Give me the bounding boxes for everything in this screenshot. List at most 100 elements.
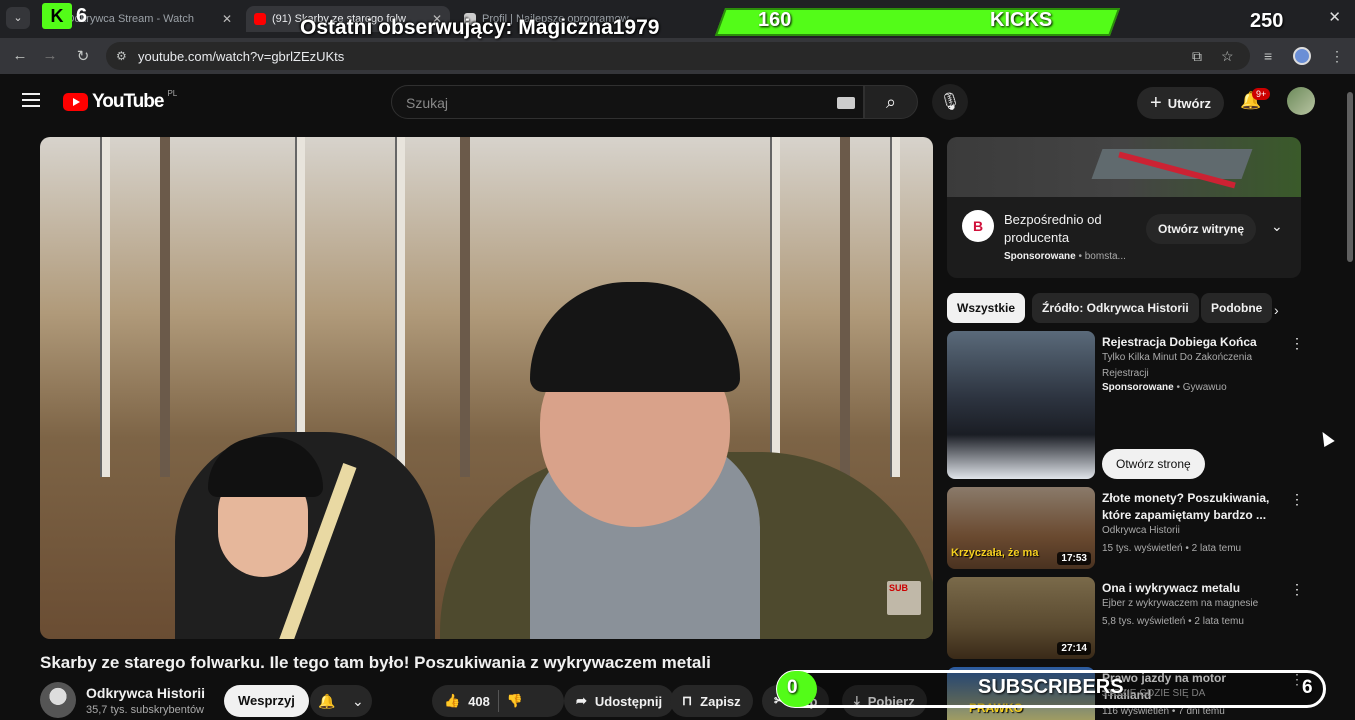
- youtube-logo[interactable]: YouTube PL: [63, 88, 178, 113]
- chip-source[interactable]: Źródło: Odkrywca Historii: [1032, 293, 1199, 323]
- rec-stats: 15 tys. wyświetleń • 2 lata temu: [1102, 543, 1242, 554]
- chevron-down-icon: ⌄: [352, 692, 364, 709]
- duration-badge: 27:14: [1057, 642, 1091, 655]
- divider: [497, 690, 499, 712]
- kicks-current: 160: [758, 9, 792, 31]
- kicks-goal: 250: [1250, 10, 1284, 32]
- back-icon[interactable]: ←: [11, 47, 29, 64]
- save-label: Zapisz: [700, 693, 741, 709]
- kick-logo-icon: K: [42, 3, 72, 29]
- list-item[interactable]: 27:14 Ona i wykrywacz metalu Ejber z wyk…: [947, 577, 1304, 661]
- search-icon: ⌕: [885, 92, 897, 112]
- join-button[interactable]: Wesprzyj: [224, 685, 309, 717]
- ad-banner-image[interactable]: [947, 137, 1301, 197]
- tree-trunk: [890, 137, 900, 477]
- country-code: PL: [167, 88, 178, 98]
- mouse-cursor: [1317, 428, 1335, 448]
- video-thumbnail[interactable]: 27:14: [947, 577, 1095, 659]
- like-icon[interactable]: 👍: [444, 693, 460, 709]
- account-avatar[interactable]: [1287, 87, 1315, 115]
- chevron-down-icon[interactable]: ⌄: [1271, 218, 1283, 235]
- channel-name[interactable]: Odkrywca Historii: [86, 685, 205, 701]
- bookmark-icon: ⊓: [682, 693, 693, 708]
- video-title: Skarby ze starego folwarku. Ile tego tam…: [40, 653, 711, 672]
- window-close-icon[interactable]: ✕: [1328, 8, 1341, 26]
- menu-icon[interactable]: ⋮: [1330, 48, 1344, 65]
- tree-trunk: [840, 137, 850, 477]
- bookmark-star-icon[interactable]: ☆: [1221, 48, 1234, 65]
- chevron-right-icon[interactable]: ›: [1274, 302, 1279, 318]
- ad-title[interactable]: Bezpośrednio od producenta: [1004, 211, 1134, 247]
- open-site-button[interactable]: Otwórz witrynę: [1146, 214, 1257, 244]
- subscribe-watermark[interactable]: SUB: [887, 581, 921, 615]
- ad-card[interactable]: B Bezpośrednio od producenta Sponsorowan…: [947, 137, 1301, 278]
- logo-text: YouTube: [92, 91, 164, 112]
- share-label: Udostępnij: [594, 693, 663, 709]
- tree-trunk: [100, 137, 110, 477]
- list-item[interactable]: Krzyczała, że ma 17:53 Złote monety? Pos…: [947, 487, 1304, 571]
- rec-description: Tylko Kilka Minut Do Zakończenia Rejestr…: [1102, 352, 1253, 379]
- rec-title[interactable]: Rejestracja Dobiega Końca: [1102, 334, 1278, 351]
- thumbnail-caption: Krzyczała, że ma: [951, 547, 1039, 559]
- close-tab-icon[interactable]: ✕: [222, 12, 232, 26]
- bell-icon: 🔔: [318, 692, 336, 709]
- youtube-header: YouTube PL Szukaj ⌕ 🎙 + Utwórz 🔔 9+: [0, 74, 1355, 130]
- keyboard-icon[interactable]: [837, 97, 855, 109]
- install-icon[interactable]: ⧉: [1192, 48, 1202, 65]
- tree-trunk: [160, 137, 170, 477]
- guide-menu-icon[interactable]: [22, 93, 40, 111]
- video-thumbnail[interactable]: Krzyczała, że ma 17:53: [947, 487, 1095, 569]
- video-player[interactable]: SUB: [40, 137, 933, 639]
- rec-sponsor-line: Sponsorowane • Gywawuo: [1102, 382, 1227, 393]
- create-label: Utwórz: [1167, 95, 1212, 111]
- youtube-favicon-icon: [254, 13, 266, 25]
- site-info-icon[interactable]: ⚙: [116, 49, 127, 63]
- scrollbar-thumb[interactable]: [1347, 92, 1353, 262]
- plus-icon: +: [1150, 91, 1162, 114]
- tab-search-icon[interactable]: ⌄: [6, 7, 30, 29]
- address-bar[interactable]: ⚙ youtube.com/watch?v=gbrlZEzUKts: [106, 42, 1250, 70]
- save-button[interactable]: ⊓ Zapisz: [670, 685, 753, 717]
- subscription-bell-button[interactable]: 🔔 ⌄: [310, 685, 372, 717]
- duration-badge: 17:53: [1057, 552, 1091, 565]
- tree-trunk: [460, 137, 470, 477]
- open-page-button[interactable]: Otwórz stronę: [1102, 449, 1205, 479]
- last-follower-overlay: Ostatni obserwujący: Magiczna1979: [300, 16, 660, 39]
- browser-toolbar: ← → ↻ ⚙ youtube.com/watch?v=gbrlZEzUKts …: [0, 38, 1355, 74]
- list-item[interactable]: Rejestracja Dobiega Końca Tylko Kilka Mi…: [947, 331, 1304, 481]
- chip-all[interactable]: Wszystkie: [947, 293, 1026, 323]
- subscribers-goal: 6: [1302, 677, 1313, 698]
- search-button[interactable]: ⌕: [864, 85, 918, 119]
- screen: ⌄ Odkrywca Stream - Watch ✕ (91) Skarby …: [0, 0, 1355, 720]
- search-placeholder: Szukaj: [406, 95, 449, 111]
- microphone-icon: 🎙: [939, 92, 961, 111]
- more-options-icon[interactable]: ⋮: [1290, 581, 1304, 598]
- like-count[interactable]: 408: [468, 694, 490, 709]
- more-options-icon[interactable]: ⋮: [1290, 335, 1304, 352]
- rec-title[interactable]: Ona i wykrywacz metalu: [1102, 580, 1278, 597]
- share-icon: ➦: [576, 693, 587, 708]
- video-thumbnail[interactable]: [947, 331, 1095, 479]
- channel-avatar[interactable]: [40, 682, 76, 718]
- tree-trunk: [395, 137, 405, 477]
- search-input[interactable]: Szukaj: [391, 85, 864, 119]
- profile-icon[interactable]: [1293, 47, 1311, 65]
- rec-channel[interactable]: Odkrywca Historii: [1102, 525, 1180, 536]
- media-icon[interactable]: ≡: [1264, 48, 1272, 64]
- create-button[interactable]: + Utwórz: [1137, 87, 1225, 119]
- share-button[interactable]: ➦ Udostępnij: [564, 685, 675, 717]
- forward-icon[interactable]: →: [41, 47, 59, 64]
- rec-stats: 5,8 tys. wyświetleń • 2 lata temu: [1102, 616, 1244, 627]
- ad-sponsor-line: Sponsorowane • bomsta...: [1004, 251, 1126, 262]
- beanie: [530, 282, 740, 392]
- dislike-icon[interactable]: 👎: [507, 693, 523, 709]
- reload-icon[interactable]: ↻: [74, 47, 92, 65]
- advertiser-name: Gywawuo: [1182, 382, 1227, 393]
- advertiser-logo[interactable]: B: [962, 210, 994, 242]
- rec-channel[interactable]: Ejber z wykrywaczem na magnesie: [1102, 598, 1258, 609]
- rec-title[interactable]: Złote monety? Poszukiwania, które zapami…: [1102, 490, 1278, 524]
- chip-related[interactable]: Podobne: [1201, 293, 1273, 323]
- subscribe-watermark-label: SUB: [889, 583, 909, 593]
- more-options-icon[interactable]: ⋮: [1290, 491, 1304, 508]
- voice-search-button[interactable]: 🎙: [932, 84, 968, 120]
